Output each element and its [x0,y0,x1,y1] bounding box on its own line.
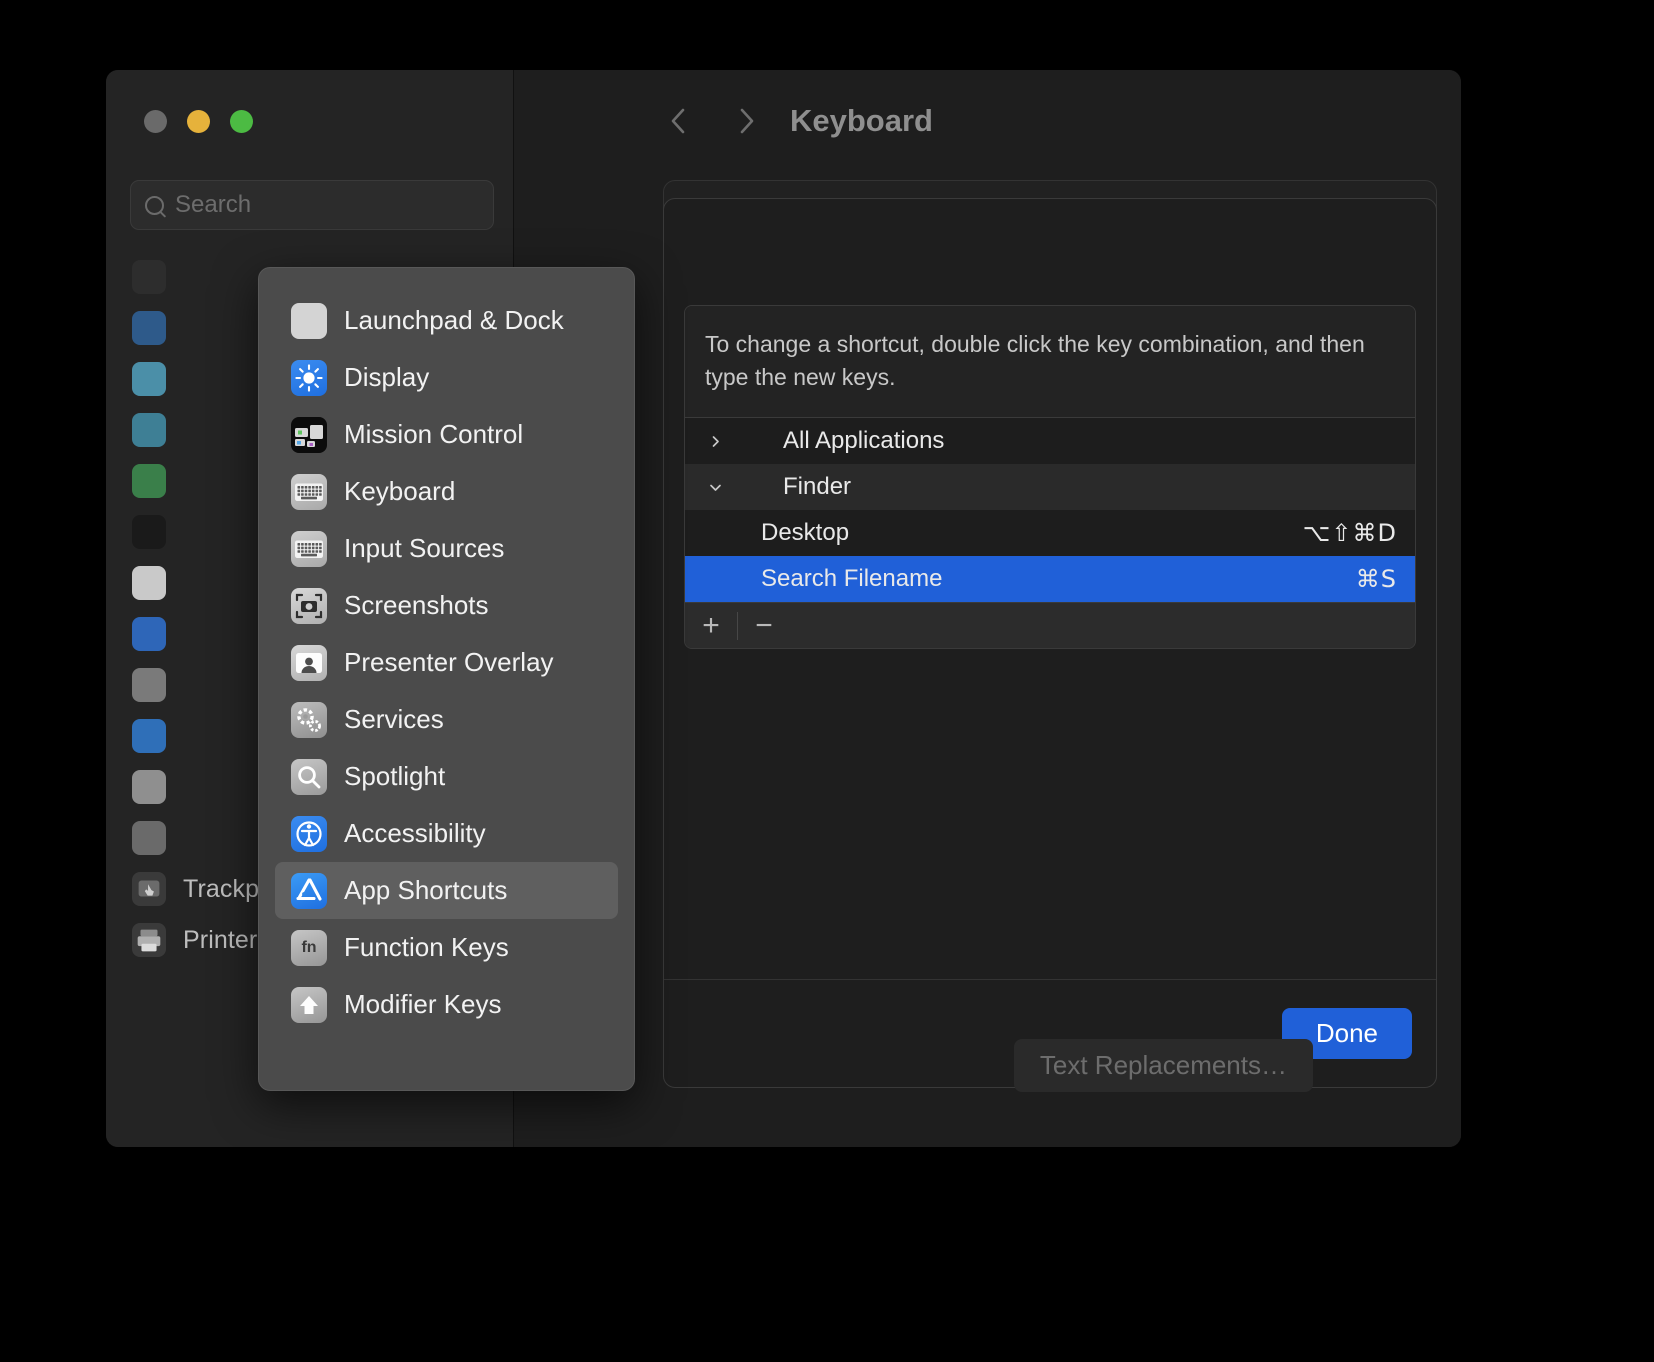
shortcut-hint-text: To change a shortcut, double click the k… [685,306,1415,419]
services-icon [291,701,327,738]
sidebar-item-icon [132,770,166,804]
sidebar-item-icon [132,413,166,447]
shortcut-row[interactable]: Desktop ⌥⇧⌘D [685,510,1415,557]
sidebar-item-icon [132,515,166,549]
search-icon [145,195,164,215]
sidebar-item-icon [132,821,166,855]
popover-item-input-sources[interactable]: Input Sources [275,520,618,577]
popover-item-label: Input Sources [344,533,505,563]
popover-item-services[interactable]: Services [275,691,618,748]
shortcut-label: Desktop [761,519,850,547]
input-sources-icon [291,530,327,567]
shortcut-label: All Applications [783,427,945,455]
accessibility-icon [291,815,327,852]
shortcut-label: Search Filename [761,565,943,593]
mission-control-icon [291,416,327,453]
sidebar-item-icon [132,668,166,702]
search-field[interactable]: Search [130,180,494,230]
chevron-down-icon[interactable] [685,480,731,495]
traffic-lights [144,110,253,133]
sidebar-item-icon [132,260,166,294]
popover-item-label: Presenter Overlay [344,647,554,677]
keyboard-category-popover: Launchpad & Dock Display Mission Control Ke… [258,267,635,1091]
remove-shortcut-button[interactable]: − [738,603,790,648]
popover-item-label: Keyboard [344,476,456,506]
popover-item-presenter-overlay[interactable]: Presenter Overlay [275,634,618,691]
toolbar: Keyboard [515,70,1461,172]
shortcut-rows: All Applications Finder Desktop ⌥⇧⌘D Search … [685,418,1415,603]
shortcuts-pane: To change a shortcut, double click the k… [663,198,1437,1088]
popover-item-label: Modifier Keys [344,989,502,1019]
modifier-keys-icon [291,986,327,1023]
popover-item-launchpad-dock[interactable]: Launchpad & Dock [275,292,618,349]
popover-item-label: Mission Control [344,419,524,449]
popover-item-mission-control[interactable]: Mission Control [275,406,618,463]
popover-item-function-keys[interactable]: fn Function Keys [275,919,618,976]
display-icon [291,359,327,396]
function-keys-icon: fn [291,929,327,966]
spotlight-icon [291,758,327,795]
app-shortcuts-icon [291,872,327,909]
sidebar-item-icon [132,617,166,651]
popover-item-label: App Shortcuts [344,875,508,905]
screenshots-icon [291,587,327,624]
popover-item-spotlight[interactable]: Spotlight [275,748,618,805]
popover-item-label: Services [344,704,444,734]
popover-item-app-shortcuts[interactable]: App Shortcuts [275,862,618,919]
popover-item-screenshots[interactable]: Screenshots [275,577,618,634]
chevron-right-icon[interactable] [685,434,731,449]
maximize-window-button[interactable] [230,110,253,133]
popover-item-accessibility[interactable]: Accessibility [275,805,618,862]
chevron-left-icon[interactable] [665,106,691,136]
minimize-window-button[interactable] [187,110,210,133]
shortcut-group-row[interactable]: Finder [685,464,1415,511]
shortcut-group-row[interactable]: All Applications [685,418,1415,465]
table-footer: + − [685,602,1415,649]
content-area: Keyboard To change a shortcut, double cl… [515,70,1461,1147]
popover-list: Launchpad & Dock Display Mission Control Ke… [259,292,634,1033]
popover-item-keyboard[interactable]: Keyboard [275,463,618,520]
popover-item-label: Function Keys [344,932,509,962]
popover-item-label: Launchpad & Dock [344,305,564,335]
shortcut-keys[interactable]: ⌥⇧⌘D [1303,519,1397,547]
shortcut-keys[interactable]: ⌘S [1356,565,1397,593]
popover-item-display[interactable]: Display [275,349,618,406]
search-placeholder: Search [175,191,252,218]
shortcut-label: Finder [783,473,852,501]
popover-item-label: Screenshots [344,590,489,620]
popover-item-label: Display [344,362,430,392]
text-replacements-button[interactable]: Text Replacements… [1013,1039,1313,1092]
sidebar-item-icon [132,464,166,498]
popover-item-modifier-keys[interactable]: Modifier Keys [275,976,618,1033]
add-shortcut-button[interactable]: + [685,603,737,648]
printer-icon [132,923,166,957]
shortcut-row[interactable]: Search Filename ⌘S [685,556,1415,603]
presenter-overlay-icon [291,644,327,681]
shortcuts-table: To change a shortcut, double click the k… [684,305,1416,650]
sidebar-item-icon [132,719,166,753]
chevron-right-icon[interactable] [734,106,760,136]
sidebar-item-icon [132,362,166,396]
page-title: Keyboard [790,103,933,138]
launchpad-icon [291,302,327,339]
keyboard-icon [291,473,327,510]
system-settings-window: Search TrackpadPrinters & Scanners Keybo… [106,70,1461,1147]
close-window-button[interactable] [144,110,167,133]
sidebar-item-icon [132,311,166,345]
sidebar-item-icon [132,566,166,600]
popover-item-label: Accessibility [344,818,486,848]
popover-item-label: Spotlight [344,761,446,791]
trackpad-icon [132,872,166,906]
